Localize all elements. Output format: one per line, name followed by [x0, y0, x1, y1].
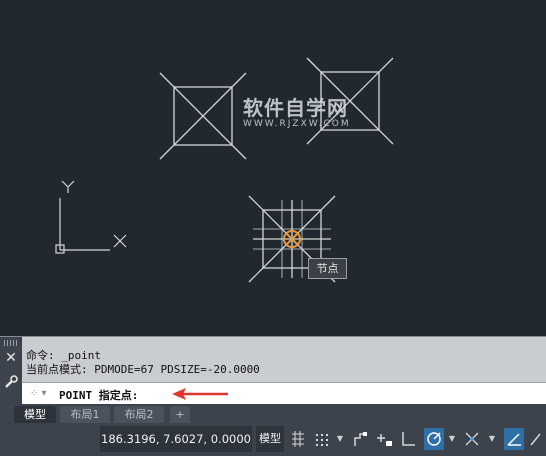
command-options-icon[interactable]: ⁘ ▾ — [30, 388, 47, 399]
osnap-track-icon — [465, 432, 479, 446]
tab-layout1[interactable]: 布局1 — [60, 406, 110, 423]
coordinates-readout[interactable]: 186.3196, 7.6027, 0.0000 — [100, 426, 252, 452]
command-panel: ✕ 命令: _point 当前点模式: PDMODE=67 PDSIZE=-20… — [0, 336, 546, 405]
model-space-button[interactable]: 模型 — [256, 426, 284, 452]
add-tab-button[interactable]: + — [170, 406, 190, 423]
history-line-2: 当前点模式: PDMODE=67 PDSIZE=-20.0000 — [26, 363, 260, 376]
tab-model[interactable]: 模型 — [14, 406, 56, 423]
snap-button[interactable] — [312, 428, 332, 450]
grid-icon — [292, 431, 304, 447]
close-icon[interactable]: ✕ — [4, 351, 18, 365]
watermark-title: 软件自学网 — [243, 96, 348, 120]
status-bar: 186.3196, 7.6027, 0.0000 模型 ▼ ▼ ▼ — [0, 423, 546, 456]
red-arrow-icon — [172, 388, 228, 400]
wrench-icon[interactable] — [4, 375, 18, 389]
command-panel-grip[interactable]: ✕ — [0, 337, 22, 405]
snap-tooltip: 节点 — [308, 258, 347, 279]
infer-button[interactable] — [350, 428, 370, 450]
watermark: 软件自学网 WWW.RJZXW.COM — [243, 92, 351, 129]
command-input[interactable]: ⁘ ▾ POINT 指定点: — [22, 382, 546, 405]
history-line-1: 命令: _point — [26, 349, 101, 362]
isometric-icon — [530, 433, 541, 446]
tab-layout2[interactable]: 布局2 — [114, 406, 164, 423]
watermark-url: WWW.RJZXW.COM — [243, 119, 351, 129]
osnap-track-button[interactable] — [462, 428, 482, 450]
ucs-icon — [55, 180, 127, 254]
osnap-icon — [507, 433, 521, 446]
point-marker-1 — [159, 72, 247, 160]
infer-icon — [354, 432, 367, 446]
polar-button[interactable] — [424, 428, 444, 450]
snap-dropdown-icon[interactable]: ▼ — [336, 432, 344, 446]
polar-dropdown-icon[interactable]: ▼ — [448, 432, 456, 446]
more-tools-button[interactable] — [528, 428, 546, 450]
dynamic-input-button[interactable] — [374, 428, 394, 450]
ortho-button[interactable] — [398, 428, 418, 450]
osnap-track-dropdown-icon[interactable]: ▼ — [488, 432, 496, 446]
grid-button[interactable] — [288, 428, 308, 450]
grip-dots — [4, 340, 18, 346]
polar-icon — [427, 432, 441, 446]
osnap-button[interactable] — [504, 428, 524, 450]
layout-tabs: 模型 布局1 布局2 + — [0, 404, 546, 423]
command-prompt: POINT 指定点: — [59, 389, 139, 402]
ortho-icon — [402, 432, 415, 446]
canvas-geometry — [55, 57, 394, 283]
drawing-canvas[interactable]: 软件自学网 WWW.RJZXW.COM 节点 — [0, 0, 546, 336]
dynamic-input-icon — [377, 434, 392, 446]
command-history: 命令: _point 当前点模式: PDMODE=67 PDSIZE=-20.0… — [26, 349, 260, 377]
snap-icon — [316, 434, 328, 446]
